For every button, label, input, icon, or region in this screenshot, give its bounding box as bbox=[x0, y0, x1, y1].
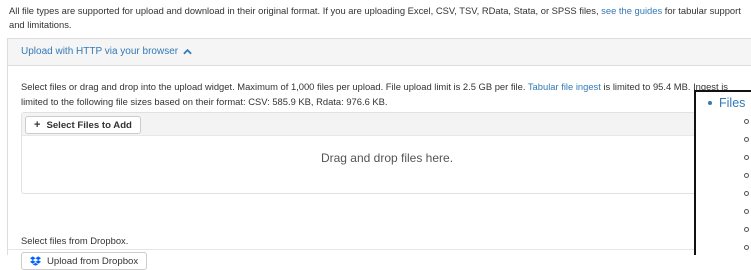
http-upload-panel: Upload with HTTP via your browser Select… bbox=[7, 38, 751, 270]
select-files-label: Select Files to Add bbox=[46, 119, 132, 131]
toc-files-label: Files bbox=[719, 96, 746, 110]
upload-intro-text: All file types are supported for upload … bbox=[9, 4, 751, 32]
dropbox-label: Select files from Dropbox. bbox=[21, 235, 129, 246]
tabular-file-ingest-link[interactable]: Tabular file ingest bbox=[528, 81, 601, 92]
panel-divider bbox=[8, 249, 751, 250]
upload-http-toggle[interactable]: Upload with HTTP via your browser bbox=[21, 46, 192, 57]
bullet-icon bbox=[708, 101, 712, 105]
upload-widget[interactable]: + Select Files to Add Drag and drop file… bbox=[21, 112, 751, 194]
toc-files-item[interactable]: Files bbox=[708, 96, 745, 110]
description-text: Select files or drag and drop into the u… bbox=[21, 81, 528, 92]
toc-sub-bullet-icon bbox=[744, 227, 749, 232]
panel-heading: Upload with HTTP via your browser bbox=[8, 39, 751, 66]
dropbox-icon bbox=[30, 256, 41, 266]
select-files-button[interactable]: + Select Files to Add bbox=[25, 116, 141, 134]
toc-sub-bullet-icon bbox=[744, 155, 749, 160]
upload-from-dropbox-label: Upload from Dropbox bbox=[47, 255, 139, 267]
toc-sub-bullet-icon bbox=[744, 119, 749, 124]
drop-zone-text: Drag and drop files here. bbox=[320, 151, 454, 165]
intro-text: All file types are supported for upload … bbox=[9, 5, 602, 16]
toc-sub-bullet-icon bbox=[744, 209, 749, 214]
plus-icon: + bbox=[34, 119, 41, 131]
upload-widget-toolbar: + Select Files to Add bbox=[22, 113, 751, 136]
toc-sub-bullet-icon bbox=[744, 137, 749, 142]
chevron-up-icon bbox=[183, 48, 192, 55]
toc-sub-bullet-icon bbox=[744, 173, 749, 178]
see-the-guides-link[interactable]: see the guides bbox=[601, 5, 662, 16]
panel-heading-label: Upload with HTTP via your browser bbox=[21, 46, 179, 57]
toc-popup: Files bbox=[694, 90, 751, 255]
toc-sub-bullet-icon bbox=[744, 191, 749, 196]
toc-sub-bullet-icon bbox=[744, 245, 749, 250]
upload-description: Select files or drag and drop into the u… bbox=[21, 79, 741, 109]
